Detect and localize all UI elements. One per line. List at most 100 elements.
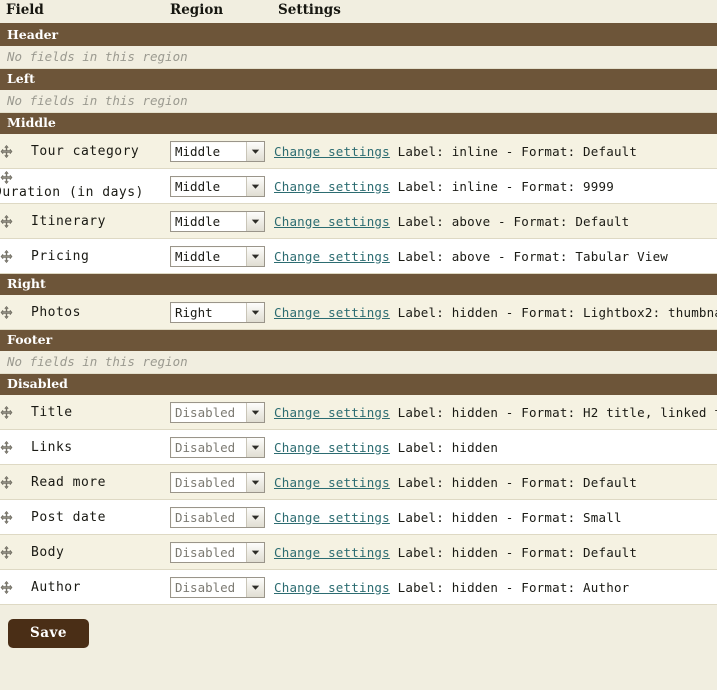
change-settings-link-pricing[interactable]: Change settings (274, 249, 390, 264)
drag-handle-icon[interactable] (0, 440, 13, 454)
table-row: Body Disabled Change settings Label: hidde… (0, 534, 717, 570)
region-select-value: Disabled (175, 509, 236, 525)
settings-summary: Label: above - Format: Default (397, 213, 630, 229)
region-select-post-date[interactable]: Disabled (170, 506, 265, 528)
settings-summary: Label: hidden - Format: Small (397, 509, 622, 525)
field-top: Author (0, 580, 170, 595)
drag-handle-icon[interactable] (0, 171, 13, 184)
table-row: Links Disabled Change settings Label: hidd… (0, 429, 717, 465)
table-row: Pricing Middle Change settings Label: abov… (0, 238, 717, 274)
field-display-table: Field Region Settings Header No fields in… (0, 0, 717, 605)
table-row: Title Disabled Change settings Label: hidd… (0, 395, 717, 430)
field-cell-links: Links (0, 429, 170, 465)
region-select-value: Disabled (175, 404, 236, 420)
change-settings-link-itinerary[interactable]: Change settings (274, 214, 390, 229)
settings-summary: Label: hidden - Format: Default (397, 544, 638, 560)
table-row: Tour category Middle Change settings Label… (0, 134, 717, 169)
region-header-label: Middle (0, 112, 717, 134)
drag-handle-icon[interactable] (0, 214, 13, 228)
table-row: Itinerary Middle Change settings Label: ab… (0, 203, 717, 239)
region-select-duration-in-days[interactable]: Middle (170, 175, 265, 197)
change-settings-link-duration-in-days[interactable]: Change settings (274, 179, 390, 194)
region-header-label: Right (0, 273, 717, 295)
chevron-down-icon (246, 246, 264, 266)
region-select-title[interactable]: Disabled (170, 401, 265, 423)
drag-handle-icon[interactable] (0, 545, 13, 559)
field-cell-duration-in-days: Duration (in days) (0, 168, 170, 204)
region-cell-pricing: Middle (170, 238, 274, 274)
field-top: Post date (0, 510, 170, 525)
table-body: Header No fields in this region Left No fie… (0, 24, 717, 605)
change-settings-link-post-date[interactable]: Change settings (274, 510, 390, 525)
region-select-photos[interactable]: Right (170, 301, 265, 323)
change-settings-link-tour-category[interactable]: Change settings (274, 144, 390, 159)
region-header-label: Footer (0, 329, 717, 351)
change-settings-link-read-more[interactable]: Change settings (274, 475, 390, 490)
region-cell-tour-category: Middle (170, 134, 274, 169)
settings-summary: Label: hidden - Format: Default (397, 474, 638, 490)
drag-handle-icon[interactable] (0, 144, 13, 158)
field-cell-photos: Photos (0, 295, 170, 330)
table-header: Field Region Settings (0, 0, 717, 25)
save-button[interactable]: Save (8, 619, 89, 648)
region-header-label: Disabled (0, 373, 717, 395)
region-select-links[interactable]: Disabled (170, 436, 265, 458)
settings-cell-tour-category: Change settings Label: inline - Format: … (274, 134, 717, 169)
chevron-down-icon (246, 542, 264, 562)
drag-handle-icon[interactable] (0, 405, 13, 419)
settings-cell-photos: Change settings Label: hidden - Format: … (274, 295, 717, 330)
field-label: Author (31, 579, 81, 595)
table-row: Duration (in days) Middle Change settings … (0, 168, 717, 204)
drag-handle-icon[interactable] (0, 305, 13, 319)
region-empty-header: No fields in this region (0, 46, 717, 69)
region-select-value: Middle (175, 213, 221, 229)
change-settings-link-title[interactable]: Change settings (274, 405, 390, 420)
region-select-value: Disabled (175, 579, 236, 595)
change-settings-link-body[interactable]: Change settings (274, 545, 390, 560)
form-actions: Save (0, 605, 717, 648)
field-cell-read-more: Read more (0, 464, 170, 500)
settings-summary: Label: inline - Format: 9999 (397, 178, 614, 194)
region-select-author[interactable]: Disabled (170, 576, 265, 598)
region-empty-footer: No fields in this region (0, 351, 717, 374)
field-inner: Duration (in days) (0, 171, 170, 201)
table-row: Photos Right Change settings Label: hidden… (0, 295, 717, 330)
change-settings-link-author[interactable]: Change settings (274, 580, 390, 595)
change-settings-link-photos[interactable]: Change settings (274, 305, 390, 320)
field-cell-title: Title (0, 395, 170, 430)
region-cell-body: Disabled (170, 534, 274, 570)
drag-handle-icon[interactable] (0, 580, 13, 594)
page-bottom-filler (0, 648, 717, 656)
table-row: Post date Disabled Change settings Label: … (0, 499, 717, 535)
drag-handle-icon[interactable] (0, 249, 13, 263)
drag-handle-icon[interactable] (0, 510, 13, 524)
region-select-tour-category[interactable]: Middle (170, 140, 265, 162)
region-cell-links: Disabled (170, 429, 274, 465)
settings-summary: Label: hidden - Format: Lightbox2: thumb… (397, 304, 717, 320)
chevron-down-icon (246, 437, 264, 457)
region-select-read-more[interactable]: Disabled (170, 471, 265, 493)
region-select-value: Middle (175, 178, 221, 194)
field-top: Pricing (0, 249, 170, 264)
change-settings-link-links[interactable]: Change settings (274, 440, 390, 455)
drag-handle-icon[interactable] (0, 475, 13, 489)
region-select-pricing[interactable]: Middle (170, 245, 265, 267)
region-empty-message: No fields in this region (0, 90, 717, 113)
region-select-body[interactable]: Disabled (170, 541, 265, 563)
field-top: Title (0, 405, 170, 420)
column-header-settings: Settings (274, 0, 717, 25)
field-label: Body (31, 544, 65, 560)
field-top: Body (0, 545, 170, 560)
field-top: Itinerary (0, 214, 170, 229)
region-select-value: Disabled (175, 544, 236, 560)
settings-summary: Label: inline - Format: Default (397, 143, 638, 159)
region-select-itinerary[interactable]: Middle (170, 210, 265, 232)
region-header-right: Right (0, 273, 717, 295)
chevron-down-icon (246, 176, 264, 196)
field-cell-post-date: Post date (0, 499, 170, 535)
field-cell-author: Author (0, 569, 170, 605)
region-select-value: Middle (175, 248, 221, 264)
region-cell-title: Disabled (170, 395, 274, 430)
field-cell-body: Body (0, 534, 170, 570)
table-row: Author Disabled Change settings Label: hid… (0, 569, 717, 605)
